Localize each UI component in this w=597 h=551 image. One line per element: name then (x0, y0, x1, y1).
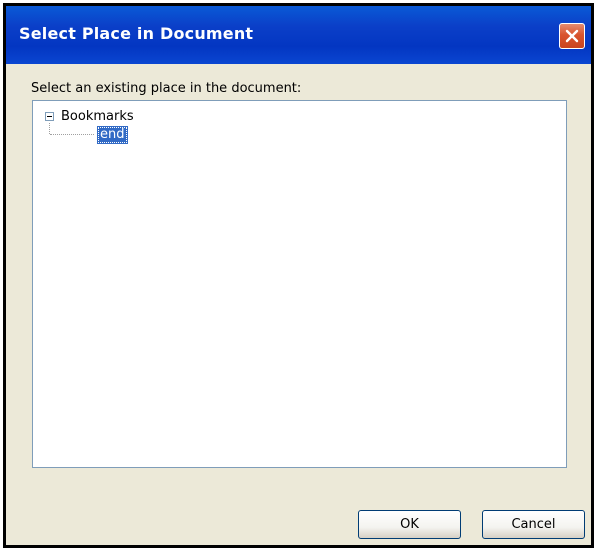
close-x-icon (565, 29, 579, 43)
cancel-button[interactable]: Cancel (482, 510, 585, 539)
ok-button[interactable]: OK (358, 510, 461, 539)
tree-connector-line (50, 134, 94, 135)
close-button[interactable] (559, 23, 585, 49)
dialog-title: Select Place in Document (19, 24, 254, 43)
bookmark-tree[interactable]: Bookmarks end (32, 100, 567, 468)
title-bar[interactable]: Select Place in Document (6, 6, 591, 64)
tree-connector-line (49, 123, 50, 134)
prompt-label: Select an existing place in the document… (31, 81, 302, 96)
tree-node-label[interactable]: Bookmarks (61, 109, 134, 124)
collapse-minus-icon[interactable] (45, 112, 54, 121)
tree-node-end[interactable]: end (97, 126, 128, 144)
select-place-dialog: Select Place in Document Select an exist… (3, 3, 594, 548)
